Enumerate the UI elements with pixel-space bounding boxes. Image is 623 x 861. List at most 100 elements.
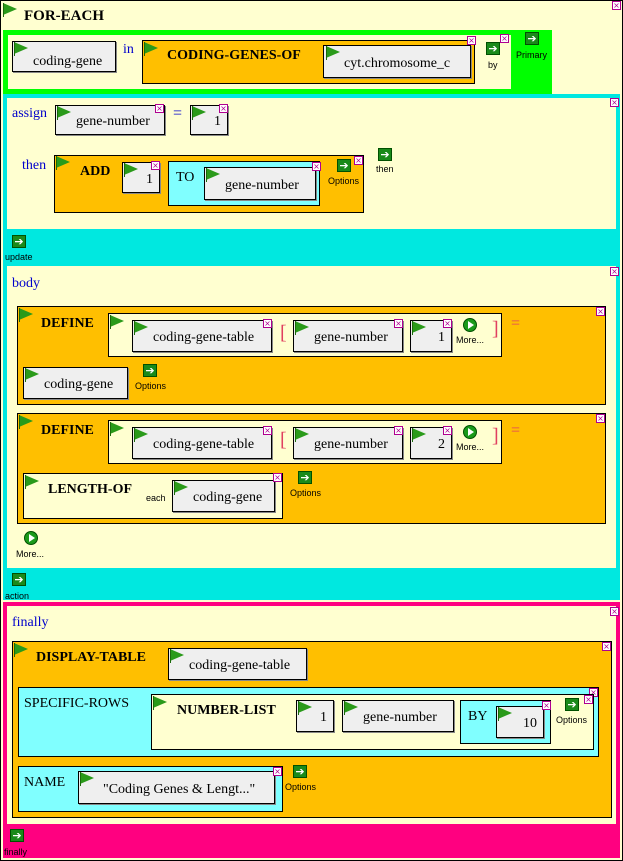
define2-options-button-icon[interactable]: [298, 471, 312, 484]
update-button-icon[interactable]: [12, 235, 26, 248]
define2-target-flag-icon[interactable]: [110, 422, 124, 436]
primary-var-flag-icon[interactable]: [14, 42, 28, 56]
assign-var-chip[interactable]: gene-number: [55, 105, 165, 135]
then-btn-label: then: [376, 164, 394, 174]
assign-var-close-icon[interactable]: [155, 104, 164, 113]
by-keyword: BY: [468, 709, 488, 724]
define2-rbracket: ]: [492, 425, 499, 447]
define1-index2-flag-icon[interactable]: [412, 321, 426, 335]
define1-rbracket: ]: [492, 318, 499, 340]
define1-eq: =: [511, 315, 521, 332]
name-value-flag-icon[interactable]: [80, 772, 94, 786]
body-more-icon[interactable]: [24, 531, 38, 545]
define1-options-label: Options: [135, 381, 167, 391]
number-list-flag-icon[interactable]: [153, 696, 167, 710]
define2-flag-icon[interactable]: [19, 415, 33, 429]
define2-table-flag-icon[interactable]: [134, 428, 148, 442]
nl-options-button-icon[interactable]: [565, 698, 579, 711]
assign-var-flag-icon[interactable]: [57, 106, 71, 120]
define2-index2-flag-icon[interactable]: [412, 428, 426, 442]
nl-start-flag-icon[interactable]: [298, 701, 312, 715]
body-close-icon[interactable]: [610, 267, 619, 276]
display-table-close-icon[interactable]: [602, 642, 611, 651]
define2-table-chip[interactable]: coding-gene-table: [132, 427, 272, 459]
specific-rows-label: SPECIFIC-ROWS: [24, 696, 130, 711]
define1-table-flag-icon[interactable]: [134, 321, 148, 335]
length-arg-flag-icon[interactable]: [174, 481, 188, 495]
finally-btn-label: finally: [4, 847, 28, 857]
define1-index2: 1: [438, 330, 445, 345]
define1-table-close-icon[interactable]: [263, 319, 272, 328]
define1-target-flag-icon[interactable]: [110, 315, 124, 329]
length-of-flag-icon[interactable]: [25, 475, 39, 489]
primary-close-icon[interactable]: [500, 34, 509, 43]
finally-close-icon[interactable]: [610, 607, 619, 616]
then-button-icon[interactable]: [378, 148, 392, 161]
name-options-label: Options: [285, 782, 317, 792]
define1-value: coding-gene: [44, 377, 114, 392]
number-list-close-icon[interactable]: [584, 695, 593, 704]
add-target-chip[interactable]: gene-number: [204, 167, 316, 200]
define2-lbracket: [: [280, 429, 287, 451]
assign-value-close-icon[interactable]: [219, 104, 228, 113]
define2-more-icon[interactable]: [463, 425, 477, 439]
define2-index2-close-icon[interactable]: [443, 426, 452, 435]
define1-index1-chip[interactable]: gene-number: [293, 320, 403, 352]
define1-lbracket: [: [280, 322, 287, 344]
define2-table-close-icon[interactable]: [263, 426, 272, 435]
add-value-close-icon[interactable]: [151, 161, 160, 170]
add-options-button-icon[interactable]: [337, 159, 351, 172]
add-value-flag-icon[interactable]: [124, 163, 138, 177]
by-button-icon[interactable]: [486, 42, 500, 55]
primary-button-icon[interactable]: [525, 32, 539, 45]
action-button-icon[interactable]: [12, 573, 26, 586]
define1-table-chip[interactable]: coding-gene-table: [132, 320, 272, 352]
display-table-arg-chip[interactable]: coding-gene-table: [168, 648, 307, 680]
length-arg: coding-gene: [193, 490, 263, 505]
name-value-chip[interactable]: "Coding Genes & Lengt...": [78, 771, 275, 804]
define1-index1-close-icon[interactable]: [394, 319, 403, 328]
display-table-arg-flag-icon[interactable]: [170, 649, 184, 663]
for-each-close-icon[interactable]: [612, 1, 621, 10]
add-flag-icon[interactable]: [56, 156, 70, 170]
chromosome-chip[interactable]: cyt.chromosome_c: [323, 45, 471, 78]
nl-end-flag-icon[interactable]: [344, 701, 358, 715]
add-options-label: Options: [328, 176, 360, 186]
by-value-flag-icon[interactable]: [498, 707, 512, 721]
define2-index1-close-icon[interactable]: [394, 426, 403, 435]
nl-start: 1: [320, 710, 327, 725]
chromosome-flag-icon[interactable]: [326, 46, 340, 60]
by-label: by: [488, 60, 498, 70]
for-each-flag-icon[interactable]: [3, 3, 17, 17]
add-target-flag-icon[interactable]: [206, 168, 220, 182]
display-table-flag-icon[interactable]: [14, 643, 28, 657]
each-label: each: [146, 493, 166, 503]
by-close-icon[interactable]: [542, 701, 551, 710]
define2-options-label: Options: [290, 488, 322, 498]
coding-genes-of-close-icon[interactable]: [467, 36, 476, 45]
define2-index1-chip[interactable]: gene-number: [293, 427, 403, 459]
define1-value-flag-icon[interactable]: [25, 368, 39, 382]
assign-value-flag-icon[interactable]: [192, 106, 206, 120]
init-close-icon[interactable]: [610, 98, 619, 107]
body-more-label: More...: [16, 549, 45, 559]
define1-flag-icon[interactable]: [19, 308, 33, 322]
add-close-icon[interactable]: [354, 156, 363, 165]
length-of-close-icon[interactable]: [273, 473, 282, 482]
define1-close-icon[interactable]: [596, 307, 605, 316]
define1-options-button-icon[interactable]: [143, 364, 157, 377]
define1-index2-close-icon[interactable]: [443, 319, 452, 328]
primary-label: Primary: [516, 50, 547, 60]
finally-button-icon[interactable]: [10, 829, 24, 842]
name-close-icon[interactable]: [273, 767, 282, 776]
define2-index1: gene-number: [314, 437, 388, 452]
define2-close-icon[interactable]: [596, 414, 605, 423]
nl-end-chip[interactable]: gene-number: [342, 700, 454, 732]
define2-index1-flag-icon[interactable]: [295, 428, 309, 442]
define1-index1-flag-icon[interactable]: [295, 321, 309, 335]
define1-more-icon[interactable]: [463, 318, 477, 332]
coding-genes-of-flag-icon[interactable]: [144, 42, 158, 56]
name-options-button-icon[interactable]: [293, 765, 307, 778]
to-close-icon[interactable]: [312, 162, 321, 171]
define1-keyword: DEFINE: [41, 316, 94, 331]
